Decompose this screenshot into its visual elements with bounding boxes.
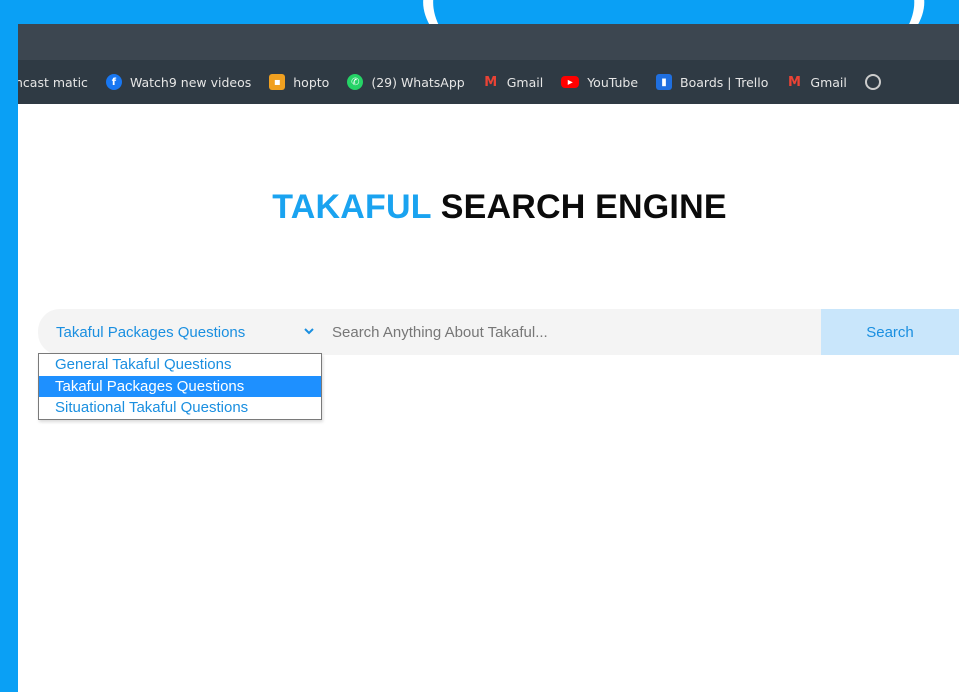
bookmark-gmail-2[interactable]: M Gmail <box>786 74 847 90</box>
browser-toolbar-strip <box>18 24 959 60</box>
chevron-down-icon <box>304 328 314 335</box>
bookmark-label: (29) WhatsApp <box>371 74 465 90</box>
dropdown-option-packages[interactable]: Takaful Packages Questions <box>39 375 321 397</box>
hopto-icon: ▪ <box>269 74 286 90</box>
bookmark-label: hopto <box>293 74 330 90</box>
title-accent: TAKAFUL <box>272 188 432 226</box>
bookmark-label: ncast matic <box>18 74 88 90</box>
bookmark-trello[interactable]: ▮ Boards | Trello <box>656 74 768 90</box>
bookmark-label: Gmail <box>810 74 847 90</box>
top-frame-band: ( ) <box>0 0 959 24</box>
bookmark-label: Watch9 new videos <box>129 74 252 90</box>
bookmark-youtube[interactable]: ▸ YouTube <box>561 75 638 90</box>
bookmark-ncast-matic[interactable]: ncast matic <box>18 75 88 90</box>
gmail-icon: M <box>787 74 801 90</box>
bookmark-partial[interactable] <box>864 74 889 90</box>
category-dropdown-list: General Takaful Questions Takaful Packag… <box>38 353 322 420</box>
category-select[interactable]: Takaful Packages Questions <box>38 309 320 355</box>
dropdown-option-situational[interactable]: Situational Takaful Questions <box>39 397 321 419</box>
bookmark-watch[interactable]: f Watch9 new videos <box>105 74 252 90</box>
page-title: TAKAFUL SEARCH ENGINE <box>20 188 959 227</box>
facebook-icon: f <box>105 74 122 90</box>
bookmark-label: Boards | Trello <box>680 74 769 90</box>
trello-icon: ▮ <box>656 74 673 90</box>
decorative-paren-right: ) <box>902 0 929 24</box>
left-frame-band <box>0 0 18 692</box>
decorative-paren-left: ( <box>418 0 445 24</box>
category-select-value: Takaful Packages Questions <box>56 323 246 341</box>
dropdown-option-general[interactable]: General Takaful Questions <box>39 354 321 376</box>
bookmark-label: YouTube <box>587 74 639 90</box>
gmail-icon: M <box>484 74 498 90</box>
globe-icon <box>864 74 881 90</box>
whatsapp-icon: ✆ <box>347 74 364 90</box>
bookmarks-bar: ncast matic f Watch9 new videos ▪ hopto … <box>18 60 959 104</box>
title-rest: SEARCH ENGINE <box>440 188 727 226</box>
bookmark-whatsapp[interactable]: ✆ (29) WhatsApp <box>347 74 465 90</box>
bookmark-gmail[interactable]: M Gmail <box>483 74 543 90</box>
search-button[interactable]: Search <box>821 309 959 355</box>
bookmark-label: Gmail <box>506 74 544 90</box>
youtube-icon: ▸ <box>561 76 580 88</box>
search-input[interactable] <box>332 309 812 355</box>
bookmark-hopto[interactable]: ▪ hopto <box>269 74 329 90</box>
